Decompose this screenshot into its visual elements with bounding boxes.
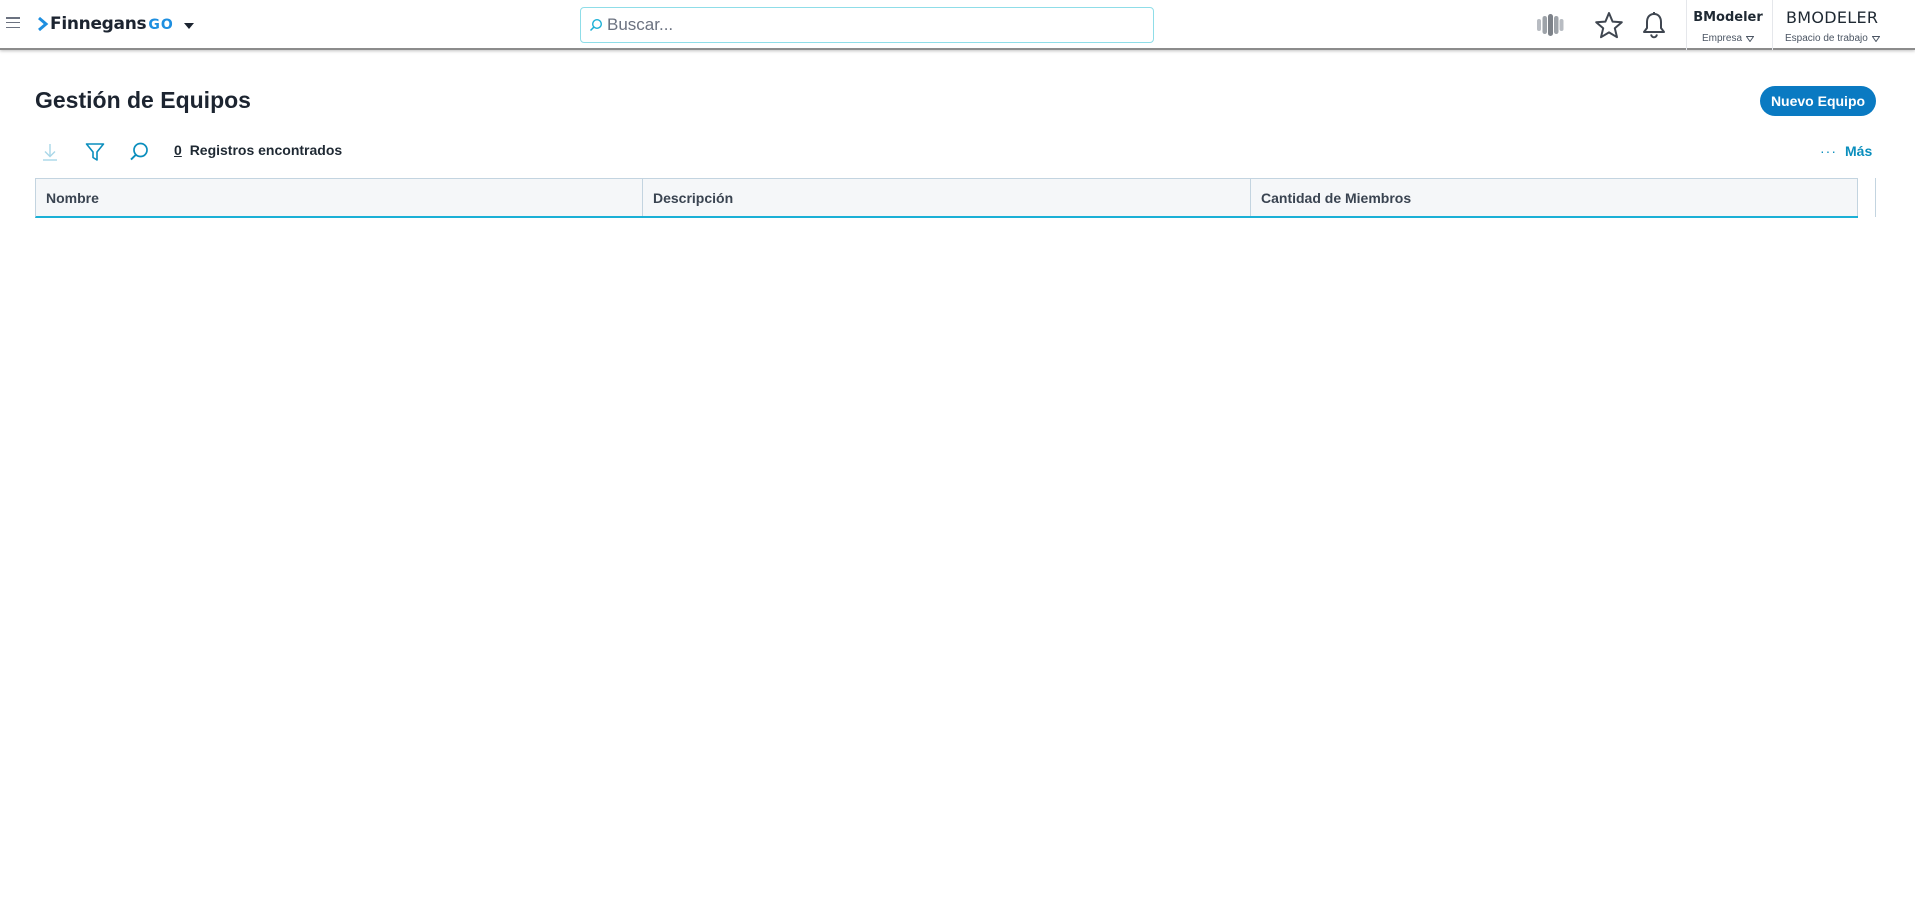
search-icon[interactable] [128,141,150,163]
more-button[interactable]: ··· Más [1820,143,1872,159]
column-header-nombre[interactable]: Nombre [36,179,643,216]
company-selector[interactable]: BModeler Empresa [1687,0,1769,50]
brand-name: Finnegans [50,14,147,34]
company-label-row: Empresa [1687,33,1769,44]
divider [1772,0,1773,50]
brand-chevron-icon [38,16,49,32]
new-team-button[interactable]: Nuevo Equipo [1760,86,1876,116]
workspace-name: BMODELER [1786,8,1879,27]
brand-suffix: GO [148,17,174,33]
company-name: BModeler [1693,10,1763,25]
bell-icon[interactable] [1641,11,1667,39]
more-icon: ··· [1820,143,1837,159]
menu-icon[interactable] [6,17,20,29]
table-header: Nombre Descripción Cantidad de Miembros [35,178,1858,218]
workspace-label-row: Espacio de trabajo [1785,33,1915,44]
workspace-label: Espacio de trabajo [1785,33,1868,44]
column-header-descripcion[interactable]: Descripción [643,179,1251,216]
record-count-label: Registros encontrados [189,142,343,158]
record-count-number: 0 [174,142,182,158]
record-count: 0 Registros encontrados [174,142,342,158]
table-edge [1875,178,1876,217]
page-title: Gestión de Equipos [35,87,251,113]
brand-logo[interactable]: Finnegans GO [37,11,194,37]
star-icon[interactable] [1594,11,1624,39]
search-input[interactable] [607,10,1153,40]
download-icon[interactable] [39,141,61,163]
global-search [580,7,1154,43]
caret-down-icon [1871,35,1880,42]
company-label: Empresa [1701,33,1742,44]
filter-icon[interactable] [84,141,106,163]
caret-down-icon [1746,35,1754,42]
teams-table: Nombre Descripción Cantidad de Miembros [35,178,1858,219]
search-icon [589,18,603,32]
caret-down-icon [183,22,194,29]
column-header-cantidad-miembros[interactable]: Cantidad de Miembros [1251,179,1858,216]
more-label: Más [1845,143,1873,159]
apps-icon[interactable] [1534,12,1566,38]
workspace-selector[interactable]: BMODELER Espacio de trabajo [1775,0,1915,50]
top-bar: Finnegans GO BModeler Empresa [0,0,1915,50]
